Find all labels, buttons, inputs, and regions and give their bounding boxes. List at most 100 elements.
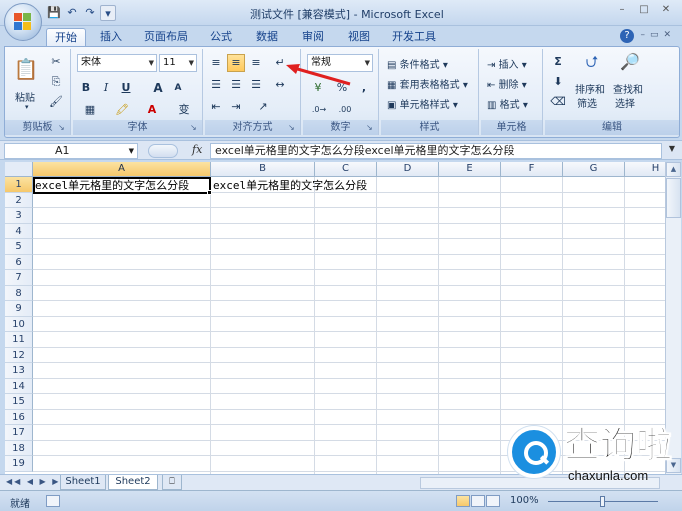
increase-decimal-icon[interactable]: .0→ bbox=[307, 101, 331, 119]
borders-icon[interactable]: ▦ bbox=[77, 101, 103, 119]
insert-function-icon[interactable]: fx bbox=[192, 143, 202, 156]
font-size-select[interactable]: 11 ▼ bbox=[159, 54, 197, 72]
tab-developer[interactable]: 开发工具 bbox=[386, 28, 442, 46]
row-header-18[interactable]: 18 bbox=[5, 440, 33, 456]
sort-filter-label-1[interactable]: 排序和 bbox=[575, 81, 605, 96]
page-break-view-icon[interactable] bbox=[486, 495, 500, 507]
font-color-icon[interactable]: A bbox=[139, 101, 165, 119]
tab-view[interactable]: 视图 bbox=[340, 28, 378, 46]
clipboard-launcher-icon[interactable]: ↘ bbox=[58, 123, 68, 133]
align-bottom-icon[interactable]: ≡ bbox=[247, 54, 265, 72]
grow-font-button[interactable]: A bbox=[149, 79, 167, 97]
find-select-label-2[interactable]: 选择 bbox=[615, 95, 635, 110]
column-header-f[interactable]: F bbox=[501, 162, 563, 177]
insert-cells-button[interactable]: ⇥ 插入 ▾ bbox=[487, 56, 527, 71]
insert-sheet-icon[interactable]: ⎕ bbox=[162, 475, 182, 490]
decrease-indent-icon[interactable]: ⇤ bbox=[207, 98, 225, 116]
align-left-icon[interactable]: ☰ bbox=[207, 76, 225, 94]
sheet-tab-sheet1[interactable]: Sheet1 bbox=[60, 475, 106, 490]
zoom-slider-thumb[interactable] bbox=[600, 496, 605, 507]
save-icon[interactable]: 💾 bbox=[46, 5, 62, 21]
tab-data[interactable]: 数据 bbox=[248, 28, 286, 46]
tab-review[interactable]: 审阅 bbox=[294, 28, 332, 46]
redo-icon[interactable]: ↷ bbox=[82, 5, 98, 21]
row-header-19[interactable]: 19 bbox=[5, 456, 33, 472]
autosum-button[interactable]: Σ bbox=[549, 53, 567, 71]
column-header-g[interactable]: G bbox=[563, 162, 625, 177]
cut-icon[interactable]: ✂ bbox=[47, 53, 65, 71]
conditional-format-button[interactable]: ▤ 条件格式 ▾ bbox=[387, 56, 448, 71]
find-select-label-1[interactable]: 查找和 bbox=[613, 81, 643, 96]
normal-view-icon[interactable] bbox=[456, 495, 470, 507]
format-cells-button[interactable]: ▥ 格式 ▾ bbox=[487, 96, 528, 111]
decrease-decimal-icon[interactable]: .00 bbox=[333, 101, 357, 119]
formula-cancel-enter[interactable] bbox=[148, 144, 178, 158]
macro-record-icon[interactable] bbox=[46, 495, 60, 507]
fill-icon[interactable]: ⬇ bbox=[549, 73, 567, 91]
workbook-controls[interactable]: –▭✕ bbox=[640, 30, 676, 40]
row-header-17[interactable]: 17 bbox=[5, 425, 33, 441]
font-launcher-icon[interactable]: ↘ bbox=[190, 123, 200, 133]
qat-customize-icon[interactable]: ▾ bbox=[100, 5, 116, 21]
clear-icon[interactable]: ⌫ bbox=[549, 93, 567, 111]
find-select-icon[interactable]: 🔎 bbox=[617, 53, 643, 77]
cell-styles-button[interactable]: ▣ 单元格样式 ▾ bbox=[387, 96, 458, 111]
column-header-a[interactable]: A bbox=[33, 162, 211, 177]
row-header-4[interactable]: 4 bbox=[5, 223, 33, 239]
zoom-level[interactable]: 100% bbox=[510, 495, 539, 506]
tab-formulas[interactable]: 公式 bbox=[202, 28, 240, 46]
font-name-select[interactable]: 宋体 ▼ bbox=[77, 54, 157, 72]
row-header-16[interactable]: 16 bbox=[5, 409, 33, 425]
row-header-12[interactable]: 12 bbox=[5, 347, 33, 363]
tab-insert[interactable]: 插入 bbox=[92, 28, 130, 46]
format-as-table-button[interactable]: ▦ 套用表格格式 ▾ bbox=[387, 76, 468, 91]
sort-filter-label-2[interactable]: 筛选 bbox=[577, 95, 597, 110]
paste-dropdown-icon[interactable]: ▾ bbox=[25, 103, 29, 111]
column-header-b[interactable]: B bbox=[211, 162, 315, 177]
align-right-icon[interactable]: ☰ bbox=[247, 76, 265, 94]
chevron-down-icon[interactable]: ▼ bbox=[129, 144, 134, 158]
row-header-8[interactable]: 8 bbox=[5, 285, 33, 301]
row-header-2[interactable]: 2 bbox=[5, 192, 33, 208]
delete-cells-button[interactable]: ⇤ 删除 ▾ bbox=[487, 76, 527, 91]
fill-color-icon[interactable]: 🖍 bbox=[109, 101, 135, 119]
cell-b1[interactable]: excel单元格里的文字怎么分段 bbox=[213, 178, 367, 193]
sheet-tab-sheet2[interactable]: Sheet2 bbox=[108, 475, 158, 490]
row-header-15[interactable]: 15 bbox=[5, 394, 33, 410]
paste-label[interactable]: 粘贴 bbox=[15, 89, 35, 104]
align-center-icon[interactable]: ☰ bbox=[227, 76, 245, 94]
column-header-c[interactable]: C bbox=[315, 162, 377, 177]
bold-button[interactable]: B bbox=[77, 79, 95, 97]
formula-input[interactable]: excel单元格里的文字怎么分段excel单元格里的文字怎么分段 bbox=[210, 143, 662, 159]
page-layout-view-icon[interactable] bbox=[471, 495, 485, 507]
undo-icon[interactable]: ↶ bbox=[64, 5, 80, 21]
row-header-7[interactable]: 7 bbox=[5, 270, 33, 286]
align-top-icon[interactable]: ≡ bbox=[207, 54, 225, 72]
column-header-e[interactable]: E bbox=[439, 162, 501, 177]
alignment-launcher-icon[interactable]: ↘ bbox=[288, 123, 298, 133]
increase-indent-icon[interactable]: ⇥ bbox=[227, 98, 245, 116]
format-painter-icon[interactable]: 🖌 bbox=[47, 93, 65, 111]
fill-handle[interactable] bbox=[207, 190, 212, 195]
row-header-13[interactable]: 13 bbox=[5, 363, 33, 379]
scroll-up-icon[interactable]: ▲ bbox=[666, 162, 681, 177]
sort-filter-icon[interactable]: ⮍ bbox=[579, 53, 605, 77]
tab-page-layout[interactable]: 页面布局 bbox=[138, 28, 194, 46]
row-header-9[interactable]: 9 bbox=[5, 301, 33, 317]
row-header-5[interactable]: 5 bbox=[5, 239, 33, 255]
number-launcher-icon[interactable]: ↘ bbox=[366, 123, 376, 133]
help-icon[interactable]: ? bbox=[620, 29, 634, 43]
column-header-d[interactable]: D bbox=[377, 162, 439, 177]
shrink-font-button[interactable]: A bbox=[169, 79, 187, 97]
close-icon[interactable]: ✕ bbox=[656, 2, 676, 18]
row-header-10[interactable]: 10 bbox=[5, 316, 33, 332]
comma-button[interactable]: , bbox=[355, 79, 373, 97]
italic-button[interactable]: I bbox=[97, 79, 115, 97]
select-all-corner[interactable] bbox=[5, 162, 33, 177]
minimize-icon[interactable]: – bbox=[612, 2, 632, 18]
column-header-h[interactable]: H bbox=[625, 162, 665, 177]
paste-icon[interactable]: 📋 bbox=[11, 53, 41, 85]
row-header-6[interactable]: 6 bbox=[5, 254, 33, 270]
phonetic-button[interactable]: 变 bbox=[171, 101, 197, 119]
orientation-icon[interactable]: ↗ bbox=[251, 98, 275, 116]
